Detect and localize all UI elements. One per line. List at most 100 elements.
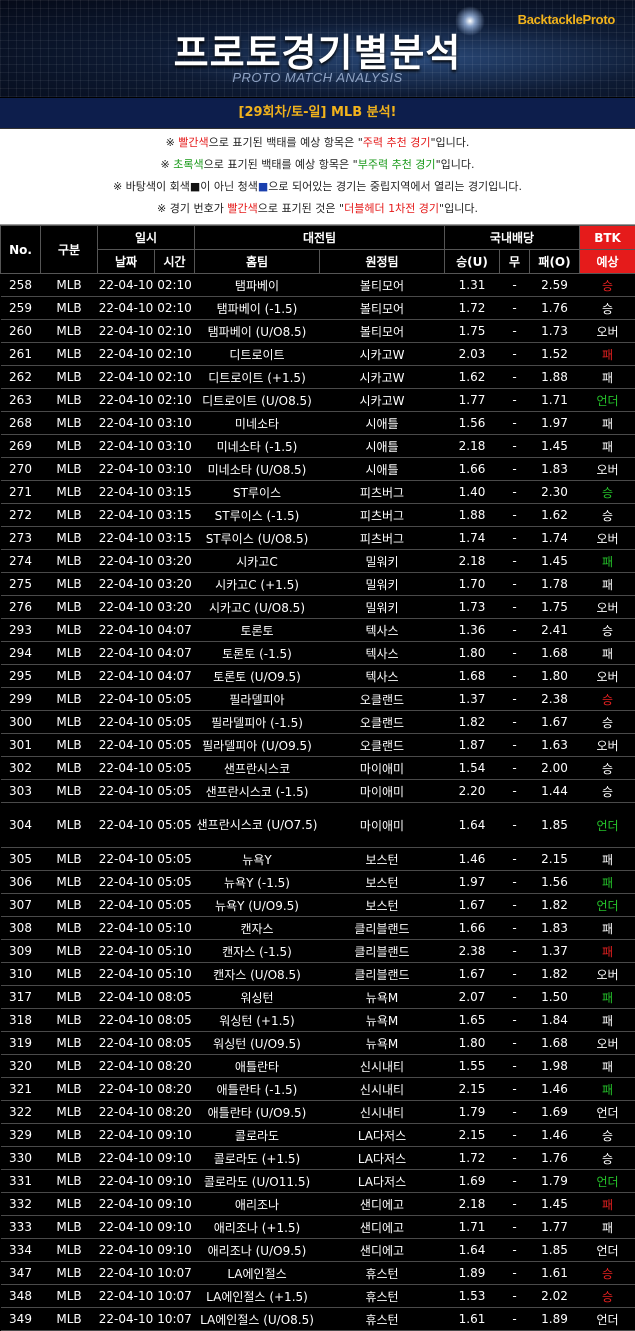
win-odds-cell: 1.66 bbox=[445, 917, 500, 940]
win-odds-cell: 2.38 bbox=[445, 940, 500, 963]
match-no: 263 bbox=[1, 389, 41, 412]
lose-odds-cell: 1.61 bbox=[530, 1262, 580, 1285]
date-cell: 22-04-10 bbox=[98, 389, 155, 412]
match-no: 305 bbox=[1, 848, 41, 871]
win-odds-cell: 1.80 bbox=[445, 1032, 500, 1055]
home-team-cell: 미네소타 (U/O8.5) bbox=[195, 458, 320, 481]
prediction-cell: 패 bbox=[580, 435, 635, 458]
win-odds-cell: 1.70 bbox=[445, 573, 500, 596]
draw-odds-cell: - bbox=[500, 504, 530, 527]
draw-odds-cell: - bbox=[500, 757, 530, 780]
draw-odds-cell: - bbox=[500, 1055, 530, 1078]
match-no: 272 bbox=[1, 504, 41, 527]
category-cell: MLB bbox=[41, 642, 98, 665]
date-cell: 22-04-10 bbox=[98, 665, 155, 688]
away-team-cell: 오클랜드 bbox=[320, 711, 445, 734]
draw-odds-cell: - bbox=[500, 412, 530, 435]
time-cell: 03:20 bbox=[155, 550, 195, 573]
lose-odds-cell: 1.76 bbox=[530, 1147, 580, 1170]
home-team-cell: 워싱턴 (U/O9.5) bbox=[195, 1032, 320, 1055]
draw-odds-cell: - bbox=[500, 1009, 530, 1032]
category-cell: MLB bbox=[41, 1147, 98, 1170]
win-odds-cell: 1.54 bbox=[445, 757, 500, 780]
time-cell: 05:05 bbox=[155, 711, 195, 734]
lose-odds-cell: 1.82 bbox=[530, 963, 580, 986]
table-row: 294MLB22-04-1004:07토론토 (-1.5)텍사스1.80-1.6… bbox=[1, 642, 635, 665]
table-row: 329MLB22-04-1009:10콜로라도LA다저스2.15-1.46승 bbox=[1, 1124, 635, 1147]
note-text: 빨간색 bbox=[178, 136, 208, 149]
table-row: 321MLB22-04-1008:20애틀란타 (-1.5)신시내티2.15-1… bbox=[1, 1078, 635, 1101]
table-row: 301MLB22-04-1005:05필라델피아 (U/O9.5)오클랜드1.8… bbox=[1, 734, 635, 757]
home-team-cell: 애틀란타 bbox=[195, 1055, 320, 1078]
draw-odds-cell: - bbox=[500, 1308, 530, 1331]
date-cell: 22-04-10 bbox=[98, 1032, 155, 1055]
away-team-cell: 텍사스 bbox=[320, 619, 445, 642]
date-cell: 22-04-10 bbox=[98, 1216, 155, 1239]
lose-odds-cell: 1.97 bbox=[530, 412, 580, 435]
lose-odds-cell: 1.56 bbox=[530, 871, 580, 894]
time-cell: 05:05 bbox=[155, 688, 195, 711]
lose-odds-cell: 2.59 bbox=[530, 274, 580, 297]
note-text: ※ 경기 번호가 bbox=[157, 202, 227, 215]
date-cell: 22-04-10 bbox=[98, 780, 155, 803]
home-team-cell: 탬파베이 (U/O8.5) bbox=[195, 320, 320, 343]
date-cell: 22-04-10 bbox=[98, 550, 155, 573]
table-row: 306MLB22-04-1005:05뉴욕Y (-1.5)보스턴1.97-1.5… bbox=[1, 871, 635, 894]
table-row: 349MLB22-04-1010:07LA에인절스 (U/O8.5)휴스턴1.6… bbox=[1, 1308, 635, 1331]
match-no: 295 bbox=[1, 665, 41, 688]
away-team-cell: 밀워키 bbox=[320, 550, 445, 573]
prediction-cell: 패 bbox=[580, 412, 635, 435]
win-odds-cell: 2.20 bbox=[445, 780, 500, 803]
note-text: ※ bbox=[166, 136, 179, 149]
away-team-cell: LA다저스 bbox=[320, 1124, 445, 1147]
home-team-cell: 탬파베이 (-1.5) bbox=[195, 297, 320, 320]
home-team-cell: 애틀란타 (U/O9.5) bbox=[195, 1101, 320, 1124]
home-team-cell: 캔자스 (U/O8.5) bbox=[195, 963, 320, 986]
date-cell: 22-04-10 bbox=[98, 848, 155, 871]
time-cell: 08:20 bbox=[155, 1101, 195, 1124]
win-odds-cell: 2.18 bbox=[445, 435, 500, 458]
home-team-cell: 애틀란타 (-1.5) bbox=[195, 1078, 320, 1101]
lose-odds-cell: 1.46 bbox=[530, 1078, 580, 1101]
away-team-cell: 샌디에고 bbox=[320, 1193, 445, 1216]
round-title: [29회차/토-일] MLB 분석! bbox=[0, 98, 635, 129]
header-time: 시간 bbox=[155, 250, 195, 274]
win-odds-cell: 1.71 bbox=[445, 1216, 500, 1239]
match-no: 270 bbox=[1, 458, 41, 481]
match-no: 301 bbox=[1, 734, 41, 757]
time-cell: 03:10 bbox=[155, 458, 195, 481]
category-cell: MLB bbox=[41, 757, 98, 780]
win-odds-cell: 2.18 bbox=[445, 1193, 500, 1216]
table-row: 307MLB22-04-1005:05뉴욕Y (U/O9.5)보스턴1.67-1… bbox=[1, 894, 635, 917]
home-team-cell: 샌프란시스코 bbox=[195, 757, 320, 780]
table-row: 304MLB22-04-1005:05샌프란시스코 (U/O7.5)마이애미1.… bbox=[1, 803, 635, 848]
match-no: 306 bbox=[1, 871, 41, 894]
draw-odds-cell: - bbox=[500, 1101, 530, 1124]
time-cell: 09:10 bbox=[155, 1239, 195, 1262]
date-cell: 22-04-10 bbox=[98, 757, 155, 780]
table-row: 347MLB22-04-1010:07LA에인절스휴스턴1.89-1.61승 bbox=[1, 1262, 635, 1285]
away-team-cell: 보스턴 bbox=[320, 848, 445, 871]
time-cell: 02:10 bbox=[155, 343, 195, 366]
draw-odds-cell: - bbox=[500, 803, 530, 848]
category-cell: MLB bbox=[41, 1193, 98, 1216]
table-row: 299MLB22-04-1005:05필라델피아오클랜드1.37-2.38승 bbox=[1, 688, 635, 711]
match-no: 348 bbox=[1, 1285, 41, 1308]
time-cell: 09:10 bbox=[155, 1147, 195, 1170]
prediction-cell: 패 bbox=[580, 1009, 635, 1032]
home-team-cell: 디트로이트 bbox=[195, 343, 320, 366]
win-odds-cell: 1.55 bbox=[445, 1055, 500, 1078]
prediction-cell: 패 bbox=[580, 871, 635, 894]
away-team-cell: 시카고W bbox=[320, 389, 445, 412]
prediction-cell: 패 bbox=[580, 1216, 635, 1239]
header-prediction: 예상 bbox=[580, 250, 635, 274]
prediction-cell: 오버 bbox=[580, 527, 635, 550]
away-team-cell: 뉴욕M bbox=[320, 1009, 445, 1032]
time-cell: 03:20 bbox=[155, 596, 195, 619]
date-cell: 22-04-10 bbox=[98, 1147, 155, 1170]
match-no: 347 bbox=[1, 1262, 41, 1285]
draw-odds-cell: - bbox=[500, 1170, 530, 1193]
draw-odds-cell: - bbox=[500, 1262, 530, 1285]
away-team-cell: 오클랜드 bbox=[320, 734, 445, 757]
match-no: 321 bbox=[1, 1078, 41, 1101]
